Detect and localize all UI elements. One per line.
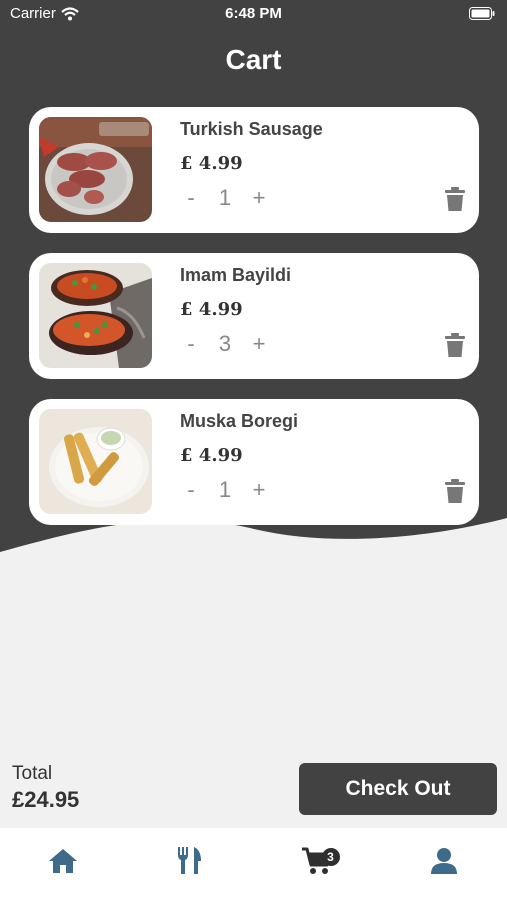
tab-home[interactable]: [0, 828, 127, 900]
item-name: Imam Bayildi: [180, 265, 292, 285]
quantity-value: 3: [218, 331, 232, 356]
home-icon: [49, 849, 78, 873]
total-summary: Total £24.95: [12, 763, 79, 813]
restaurant-icon: [178, 847, 202, 874]
increase-quantity-button[interactable]: +: [248, 185, 270, 211]
person-icon: [430, 848, 457, 874]
cart-count-badge: 3: [321, 848, 340, 866]
cart-item-card: Turkish Sausage £ 4.99 - 1 +: [29, 107, 479, 233]
total-amount: £24.95: [12, 787, 80, 812]
quantity-stepper: - 1 +: [180, 477, 270, 503]
tab-cart[interactable]: 3: [254, 828, 381, 900]
quantity-value: 1: [218, 477, 232, 502]
item-price: £ 4.99: [180, 153, 243, 174]
cart-item-card: Imam Bayildi £ 4.99 - 3 +: [29, 253, 479, 379]
page-title: Cart: [225, 44, 282, 75]
trash-icon[interactable]: [445, 187, 465, 211]
item-name: Muska Boregi: [180, 411, 299, 431]
item-price: £ 4.99: [180, 299, 243, 320]
trash-icon[interactable]: [445, 333, 465, 357]
item-image-turkish-sausage: [39, 117, 152, 222]
tab-bar: 3: [0, 828, 507, 900]
status-bar: Carrier 6:48 PM: [0, 0, 507, 28]
checkout-button[interactable]: Check Out: [299, 763, 497, 815]
tab-menu[interactable]: [127, 828, 254, 900]
item-name: Turkish Sausage: [180, 119, 323, 139]
cart-item-card: Muska Boregi £ 4.99 - 1 +: [29, 399, 479, 525]
increase-quantity-button[interactable]: +: [248, 331, 270, 357]
quantity-stepper: - 1 +: [180, 185, 270, 211]
trash-icon[interactable]: [445, 479, 465, 503]
item-price: £ 4.99: [180, 445, 243, 466]
quantity-stepper: - 3 +: [180, 331, 270, 357]
item-image-imam-bayildi: [39, 263, 152, 368]
tab-profile[interactable]: [380, 828, 507, 900]
total-label: Total: [12, 763, 53, 784]
increase-quantity-button[interactable]: +: [248, 477, 270, 503]
decrease-quantity-button[interactable]: -: [180, 185, 202, 211]
status-time: 6:48 PM: [225, 5, 282, 22]
quantity-value: 1: [218, 185, 232, 210]
battery-icon: [469, 7, 495, 24]
item-image-muska-boregi: [39, 409, 152, 514]
decrease-quantity-button[interactable]: -: [180, 331, 202, 357]
decrease-quantity-button[interactable]: -: [180, 477, 202, 503]
